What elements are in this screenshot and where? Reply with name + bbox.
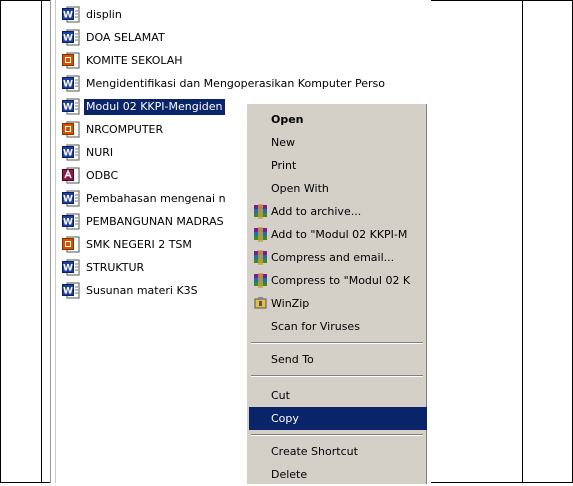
menu-label-open: Open: [271, 113, 304, 126]
access-icon: [62, 167, 80, 184]
pane-inner-border: [55, 0, 56, 483]
word-document-icon: W: [62, 282, 80, 299]
menu-item-compress-email[interactable]: Compress and email...: [249, 246, 427, 269]
svg-text:W: W: [63, 218, 73, 228]
menu-label-winzip: WinZip: [271, 297, 310, 310]
word-document-icon: W: [62, 29, 80, 46]
winrar-icon: [253, 204, 268, 219]
right-divider: [522, 0, 523, 483]
file-item[interactable]: W Mengidentifikasi dan Mengoperasikan Kom…: [62, 73, 430, 96]
menu-item-new[interactable]: New: [249, 131, 427, 154]
word-document-icon: W: [62, 190, 80, 207]
menu-label-new: New: [271, 136, 295, 149]
menu-label-open-with: Open With: [271, 182, 329, 195]
menu-label-print: Print: [271, 159, 297, 172]
menu-label-compress-to: Compress to "Modul 02 K: [271, 274, 411, 287]
file-name: Mengidentifikasi dan Mengoperasikan Komp…: [86, 77, 385, 90]
menu-item-compress-to[interactable]: Compress to "Modul 02 K: [249, 269, 427, 292]
file-name: STRUKTUR: [86, 261, 145, 274]
left-divider: [41, 0, 42, 483]
menu-label-add-to-archive: Add to archive...: [271, 205, 362, 218]
winzip-icon: [253, 296, 268, 311]
file-name: Pembahasan mengenai n: [86, 192, 226, 205]
menu-item-cut[interactable]: Cut: [249, 384, 427, 407]
powerpoint-icon: [62, 52, 80, 69]
word-document-icon: W: [62, 144, 80, 161]
word-document-icon: W: [62, 259, 80, 276]
winrar-icon: [253, 273, 268, 288]
menu-item-print[interactable]: Print: [249, 154, 427, 177]
file-name: Modul 02 KKPI-Mengiden: [84, 99, 225, 115]
menu-label-create-shortcut: Create Shortcut: [271, 445, 358, 458]
file-item[interactable]: W DOA SELAMAT: [62, 27, 430, 50]
menu-item-scan-viruses[interactable]: Scan for Viruses: [249, 315, 427, 338]
file-name: NURI: [86, 146, 114, 159]
file-item[interactable]: KOMITE SEKOLAH: [62, 50, 430, 73]
svg-text:W: W: [63, 195, 73, 205]
file-item[interactable]: Wdisplin: [62, 4, 430, 27]
menu-label-add-to-named: Add to "Modul 02 KKPI-M: [271, 228, 408, 241]
winrar-icon: [253, 227, 268, 242]
file-name: SMK NEGERI 2 TSM: [86, 238, 192, 251]
winrar-icon: [253, 250, 268, 265]
menu-item-winzip[interactable]: WinZip: [249, 292, 427, 315]
powerpoint-icon: [62, 121, 80, 138]
file-name: Susunan materi K3S: [86, 284, 198, 297]
file-name: ODBC: [86, 169, 119, 182]
menu-item-send-to[interactable]: Send To: [249, 348, 427, 371]
menu-separator: [251, 342, 423, 344]
file-name: PEMBANGUNAN MADRAS: [86, 215, 224, 228]
file-name: KOMITE SEKOLAH: [86, 54, 183, 67]
word-document-icon: W: [62, 213, 80, 230]
menu-label-compress-email: Compress and email...: [271, 251, 395, 264]
svg-text:W: W: [63, 149, 73, 159]
svg-text:W: W: [63, 103, 73, 113]
context-menu: Open New Print Open With Add to archive.…: [246, 103, 427, 484]
svg-text:W: W: [63, 264, 73, 274]
svg-text:W: W: [63, 34, 73, 44]
svg-text:W: W: [63, 80, 73, 90]
menu-separator: [251, 375, 423, 377]
file-name: DOA SELAMAT: [86, 31, 165, 44]
menu-label-cut: Cut: [271, 389, 290, 402]
word-document-icon: W: [62, 6, 80, 23]
menu-label-copy: Copy: [271, 412, 299, 425]
file-name: NRCOMPUTER: [86, 123, 164, 136]
menu-label-scan: Scan for Viruses: [271, 320, 360, 333]
word-document-icon: W: [62, 98, 80, 115]
word-document-icon: W: [62, 75, 80, 92]
svg-text:W: W: [63, 11, 73, 21]
menu-item-open[interactable]: Open: [249, 108, 427, 131]
svg-text:W: W: [63, 287, 73, 297]
file-name: displin: [86, 8, 122, 21]
menu-item-create-shortcut[interactable]: Create Shortcut: [249, 440, 427, 463]
menu-item-add-to-named-archive[interactable]: Add to "Modul 02 KKPI-M: [249, 223, 427, 246]
menu-label-send-to: Send To: [271, 353, 314, 366]
menu-item-copy[interactable]: Copy: [249, 407, 427, 430]
menu-separator: [251, 434, 423, 436]
menu-item-add-to-archive[interactable]: Add to archive...: [249, 200, 427, 223]
powerpoint-icon: [62, 236, 80, 253]
menu-item-open-with[interactable]: Open With: [249, 177, 427, 200]
